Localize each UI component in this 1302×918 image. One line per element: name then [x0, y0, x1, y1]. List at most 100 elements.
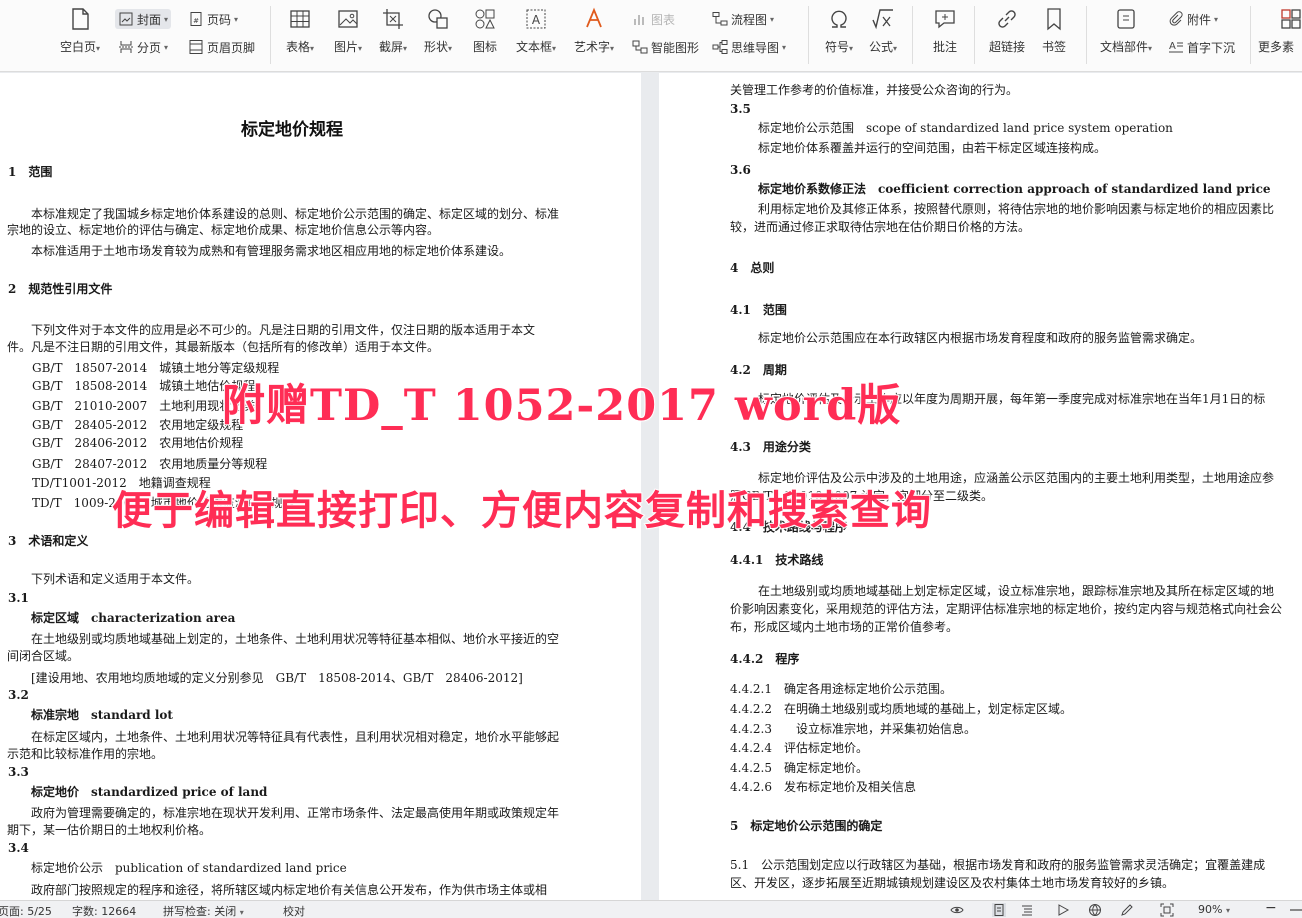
page-indicator[interactable]: 页面: 5/25 — [0, 903, 52, 918]
cover-label: 封面 — [137, 12, 162, 27]
shape-icon — [428, 9, 448, 29]
doc-parts-label: 文档部件 — [1099, 40, 1148, 54]
attachment-label: 附件 — [1187, 12, 1212, 27]
text-line: 利用标定地价及其修正体系，按照替代原则，将待估宗地的地价影响因素与标定地价的相应… — [734, 202, 1275, 216]
picture-icon — [338, 10, 358, 28]
mindmap-button[interactable]: 思维导图 ▾ — [712, 37, 786, 57]
formula-button[interactable]: 公式▾ — [855, 6, 911, 55]
bookmark-icon — [1047, 8, 1061, 31]
icons-button[interactable]: 图标 — [457, 6, 513, 55]
chevron-down-icon: ▾ — [239, 908, 244, 917]
comment-button[interactable]: 批注 — [917, 6, 973, 55]
term-title: 标定地价公示范围 scope of standardized land pric… — [734, 121, 1173, 135]
comment-label: 批注 — [932, 40, 957, 54]
document-title: 标定地价规程 — [241, 120, 343, 140]
text-line: 下列术语和定义适用于本文件。 — [7, 572, 200, 586]
bookmark-button[interactable]: 书签 — [1026, 6, 1082, 55]
dropcap-icon: A — [1169, 41, 1183, 53]
text-line: 间闭合区域。 — [7, 649, 80, 663]
formula-icon — [872, 9, 893, 30]
heading-terms: 3 术语和定义 — [8, 534, 89, 548]
term-title: 标定地价 standardized price of land — [7, 785, 268, 799]
textbox-button[interactable]: A 文本框▾ — [508, 6, 564, 55]
wordart-button[interactable]: 艺术字▾ — [566, 6, 622, 55]
page-break-icon — [119, 41, 133, 53]
term-title: 标定区域 characterization area — [7, 611, 236, 625]
zoom-out-icon[interactable]: − — [1265, 900, 1277, 916]
list-item: 4.4.2.5 确定标定地价。 — [730, 761, 868, 775]
icons-label: 图标 — [472, 40, 497, 54]
ribbon-divider — [808, 6, 809, 64]
header-footer-label: 页眉页脚 — [207, 40, 256, 55]
doc-parts-button[interactable]: 文档部件▾ — [1096, 6, 1156, 55]
mindmap-icon — [712, 40, 728, 54]
promo-watermark-line1: 附赠TD_T 1052-2017 word版 — [221, 380, 902, 432]
heading-references: 2 规范性引用文件 — [8, 282, 113, 296]
list-item: 4.4.2.1 确定各用途标定地价公示范围。 — [730, 682, 952, 696]
insert-ribbon: 空白页▾ 封面 ▾ # 页码 ▾ 分页 ▾ 页眉页脚 表格▾ 图片▾ 截屏▾ 形… — [0, 0, 1302, 72]
chart-button[interactable]: 图表 — [632, 9, 675, 29]
reference-item: GB/T 28407-2012 农用地质量分等规程 — [32, 457, 268, 471]
cover-button[interactable]: 封面 ▾ — [115, 9, 172, 29]
page-view-icon[interactable] — [992, 903, 1006, 917]
header-footer-icon — [189, 40, 203, 54]
ribbon-divider — [974, 6, 975, 64]
blank-page-button[interactable]: 空白页▾ — [52, 6, 108, 55]
web-view-icon[interactable] — [1088, 903, 1102, 917]
heading-4-4-2: 4.4.2 程序 — [730, 652, 800, 666]
page-number-button[interactable]: # 页码 ▾ — [188, 9, 238, 29]
eye-icon[interactable] — [950, 903, 964, 917]
heading-4-1: 4.1 范围 — [730, 303, 787, 317]
wps-writer-window: 空白页▾ 封面 ▾ # 页码 ▾ 分页 ▾ 页眉页脚 表格▾ 图片▾ 截屏▾ 形… — [0, 0, 1302, 918]
textbox-icon: A — [526, 9, 546, 29]
word-count[interactable]: 字数: 12664 — [72, 903, 136, 918]
omega-icon — [831, 10, 847, 28]
dropcap-label: 首字下沉 — [1187, 40, 1236, 55]
ribbon-divider — [1086, 6, 1087, 64]
blank-page-label: 空白页 — [59, 40, 96, 54]
doc-parts-icon — [1117, 9, 1135, 29]
wordart-label: 艺术字 — [573, 40, 610, 54]
text-line: [建设用地、农用地均质地域的定义分别参见 GB/T 18508-2014、GB/… — [7, 671, 523, 685]
play-icon[interactable] — [1056, 903, 1070, 917]
text-line: 期下，某一估价期日的土地权利价格。 — [7, 823, 212, 837]
text-line: 政府部门按照规定的程序和途径，将所辖区域内标定地价有关信息公开发布，作为供市场主… — [7, 883, 548, 897]
term-title: 标准宗地 standard lot — [7, 708, 173, 722]
ribbon-divider — [912, 6, 913, 64]
pen-icon[interactable] — [1120, 903, 1134, 917]
shape-label: 形状 — [423, 40, 448, 54]
flowchart-icon — [712, 12, 728, 26]
outline-view-icon[interactable] — [1020, 903, 1034, 917]
attachment-button[interactable]: 附件 ▾ — [1168, 9, 1218, 29]
flowchart-button[interactable]: 流程图 ▾ — [712, 9, 774, 29]
text-line: 宗地的设立、标定地价的评估与确定、标定地价成果、标定地价信息公示等内容。 — [7, 223, 440, 237]
more-button[interactable]: 更多素 — [1258, 6, 1302, 55]
term-number: 3.1 — [8, 591, 29, 605]
document-workspace[interactable]: 标定地价规程 1 范围 本标准规定了我国城乡标定地价体系建设的总则、标定地价公示… — [0, 73, 1302, 900]
list-item: 4.4.2.4 评估标定地价。 — [730, 741, 868, 755]
fit-page-icon[interactable] — [1160, 903, 1174, 917]
text-line: 较，进而通过修正求取待估宗地在估价期日价格的方法。 — [730, 220, 1031, 234]
page-break-label: 分页 — [137, 40, 162, 55]
smartart-button[interactable]: 智能图形 — [632, 37, 699, 57]
spell-check-toggle[interactable]: 拼写检查: 关闭 ▾ — [163, 903, 244, 918]
zoom-slider[interactable] — [1290, 909, 1302, 911]
zoom-level[interactable]: 90% ▾ — [1198, 903, 1230, 916]
screenshot-label: 截屏 — [378, 40, 403, 54]
smartart-icon — [632, 40, 648, 54]
list-item: 4.4.2.2 在明确土地级别或均质地域的基础上，划定标定区域。 — [730, 702, 1072, 716]
heading-4-4-1: 4.4.1 技术路线 — [730, 553, 824, 567]
header-footer-button[interactable]: 页眉页脚 — [188, 37, 255, 57]
proofread-button[interactable]: 校对 — [283, 903, 305, 918]
page-break-button[interactable]: 分页 ▾ — [118, 37, 168, 57]
table-label: 表格 — [285, 40, 310, 54]
list-item: 4.4.2.6 发布标定地价及相关信息 — [730, 780, 916, 794]
text-line: 5.1 公示范围划定应以行政辖区为基础，根据市场发育和政府的服务监管需求灵活确定… — [730, 858, 1266, 872]
term-number: 3.4 — [8, 841, 29, 855]
term-title: 标定地价公示 publication of standardized land … — [7, 861, 347, 875]
text-line: 关管理工作参考的价值标准，并接受公众咨询的行为。 — [730, 83, 1019, 97]
comment-icon — [935, 10, 955, 29]
dropcap-button[interactable]: A 首字下沉 — [1168, 37, 1235, 57]
text-line: 布，形成区域内土地市场的正常价值参考。 — [730, 620, 959, 634]
symbol-label: 符号 — [824, 40, 849, 54]
